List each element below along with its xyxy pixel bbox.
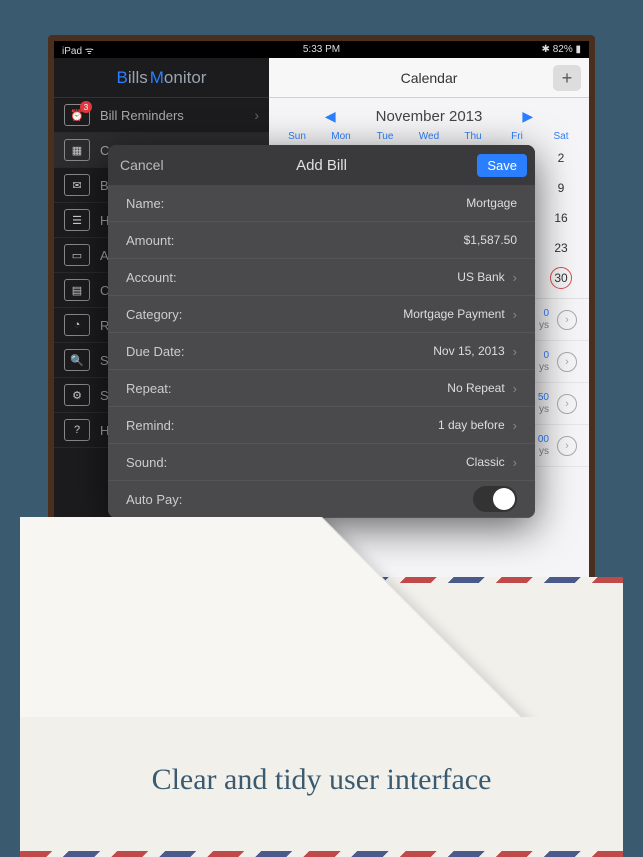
field-value[interactable]: 1 day before bbox=[438, 418, 505, 432]
chevron-right-icon: › bbox=[513, 344, 517, 359]
field-label: Amount: bbox=[126, 233, 174, 248]
sidebar-icon: ✉ bbox=[64, 174, 90, 196]
chevron-right-icon: › bbox=[513, 270, 517, 285]
sidebar-icon: ☰ bbox=[64, 209, 90, 231]
add-button[interactable]: + bbox=[553, 65, 581, 91]
field-value[interactable]: $1,587.50 bbox=[464, 233, 517, 247]
sidebar-icon: ◔ bbox=[64, 314, 90, 336]
prev-month-icon[interactable]: ◀ bbox=[325, 108, 336, 125]
sidebar-item-0[interactable]: ⏰ Bill Reminders › 3 bbox=[54, 98, 269, 133]
chevron-right-icon: › bbox=[557, 310, 577, 330]
chevron-right-icon: › bbox=[513, 381, 517, 396]
sidebar-icon: ▦ bbox=[64, 139, 90, 161]
form-row-remind[interactable]: Remind: 1 day before › bbox=[108, 407, 535, 444]
form-row-category[interactable]: Category: Mortgage Payment › bbox=[108, 296, 535, 333]
sidebar-icon: ▭ bbox=[64, 244, 90, 266]
calendar-nav: ◀ November 2013 ▶ bbox=[269, 98, 589, 131]
field-label: Category: bbox=[126, 307, 182, 322]
badge: 3 bbox=[80, 101, 92, 113]
field-label: Due Date: bbox=[126, 344, 185, 359]
sidebar-icon: 🔍 bbox=[64, 349, 90, 371]
chevron-right-icon: › bbox=[513, 307, 517, 322]
day-headers: SunMonTueWedThuFriSat bbox=[269, 131, 589, 146]
field-value[interactable]: Nov 15, 2013 bbox=[433, 344, 504, 358]
field-value[interactable]: Classic bbox=[466, 455, 505, 469]
chevron-right-icon: › bbox=[513, 418, 517, 433]
form-row-account[interactable]: Account: US Bank › bbox=[108, 259, 535, 296]
field-label: Sound: bbox=[126, 455, 167, 470]
calendar-cell[interactable]: 30 bbox=[539, 266, 583, 290]
autopay-label: Auto Pay: bbox=[126, 492, 182, 507]
chevron-right-icon: › bbox=[557, 394, 577, 414]
tagline: Clear and tidy user interface bbox=[0, 763, 643, 797]
app-title: Bills Monitor bbox=[54, 58, 269, 98]
form-row-amount[interactable]: Amount: $1,587.50 bbox=[108, 222, 535, 259]
calendar-cell[interactable]: 23 bbox=[539, 236, 583, 260]
field-value[interactable]: Mortgage bbox=[466, 196, 517, 210]
calendar-cell[interactable]: 16 bbox=[539, 206, 583, 230]
status-time: 5:33 PM bbox=[54, 44, 589, 55]
sidebar-icon: ▤ bbox=[64, 279, 90, 301]
cancel-button[interactable]: Cancel bbox=[120, 157, 164, 173]
calendar-header: Calendar + bbox=[269, 58, 589, 98]
next-month-icon[interactable]: ▶ bbox=[522, 108, 533, 125]
form-row-name[interactable]: Name: Mortgage bbox=[108, 185, 535, 222]
sidebar-icon: ? bbox=[64, 419, 90, 441]
chevron-right-icon: › bbox=[557, 352, 577, 372]
calendar-title: Calendar bbox=[401, 70, 458, 86]
sidebar-icon: ⚙ bbox=[64, 384, 90, 406]
autopay-row[interactable]: Auto Pay: bbox=[108, 481, 535, 518]
field-label: Name: bbox=[126, 196, 164, 211]
form-row-repeat[interactable]: Repeat: No Repeat › bbox=[108, 370, 535, 407]
modal-title: Add Bill bbox=[296, 157, 347, 174]
chevron-right-icon: › bbox=[254, 107, 259, 123]
modal-header: Cancel Add Bill Save bbox=[108, 145, 535, 185]
field-value[interactable]: US Bank bbox=[457, 270, 504, 284]
sidebar-item-label: Bill Reminders bbox=[100, 108, 184, 123]
form-row-duedate[interactable]: Due Date: Nov 15, 2013 › bbox=[108, 333, 535, 370]
field-label: Repeat: bbox=[126, 381, 172, 396]
field-value[interactable]: No Repeat bbox=[447, 381, 504, 395]
chevron-right-icon: › bbox=[513, 455, 517, 470]
chevron-right-icon: › bbox=[557, 436, 577, 456]
calendar-cell[interactable]: 2 bbox=[539, 146, 583, 170]
calendar-cell[interactable]: 9 bbox=[539, 176, 583, 200]
save-button[interactable]: Save bbox=[477, 154, 527, 177]
status-bar: iPad ᯤ 5:33 PM ✱ 82% ▮ bbox=[54, 41, 589, 58]
add-bill-modal: Cancel Add Bill Save Name: Mortgage Amou… bbox=[108, 145, 535, 518]
field-label: Account: bbox=[126, 270, 177, 285]
autopay-toggle[interactable] bbox=[473, 486, 517, 512]
form-row-sound[interactable]: Sound: Classic › bbox=[108, 444, 535, 481]
field-label: Remind: bbox=[126, 418, 174, 433]
month-label: November 2013 bbox=[376, 108, 483, 125]
field-value[interactable]: Mortgage Payment bbox=[403, 307, 504, 321]
